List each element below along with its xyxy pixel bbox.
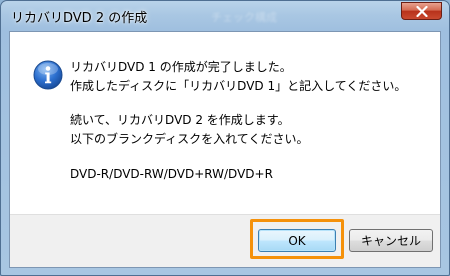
dialog-window: チェック構成 リカバリDVD 2 の作成 リカバリDVD 1 の作成が完了しまし… [0,0,450,276]
ok-button-highlight [250,219,344,259]
disc-types: DVD-R/DVD-RW/DVD+RW/DVD+R [70,167,273,181]
message-line-1: リカバリDVD 1 の作成が完了しました。 [70,60,292,74]
background-window-title: チェック構成 [211,11,277,24]
message-line-4: 以下のブランクディスクを入れてください。 [70,132,309,146]
button-bar: OK キャンセル [10,214,440,267]
cancel-button[interactable]: キャンセル [349,229,433,252]
window-title: リカバリDVD 2 の作成 [11,11,148,26]
title-bar[interactable]: チェック構成 リカバリDVD 2 の作成 [1,1,449,31]
close-button[interactable] [401,2,442,20]
dialog-content: リカバリDVD 1 の作成が完了しました。 作成したディスクに「リカバリDVD … [9,31,441,268]
info-icon [33,60,63,90]
message-line-3: 続いて、リカバリDVD 2 を作成します。 [70,113,290,127]
close-icon [416,6,428,17]
message-line-2: 作成したディスクに「リカバリDVD 1」と記入してください。 [70,79,407,93]
